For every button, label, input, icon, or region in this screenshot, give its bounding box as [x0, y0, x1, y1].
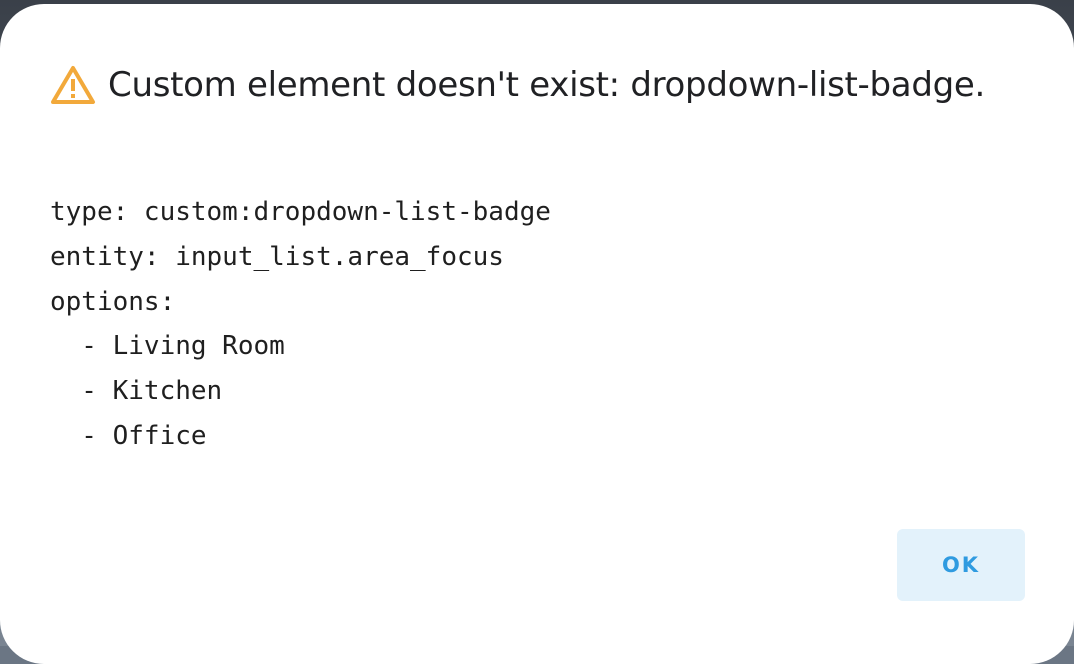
ok-button[interactable]: OK — [897, 529, 1025, 601]
config-code-block: type: custom:dropdown-list-badge entity: … — [50, 190, 551, 459]
config-line: - Living Room — [50, 331, 285, 362]
dialog-header: Custom element doesn't exist: dropdown-l… — [50, 60, 985, 110]
warning-triangle-icon — [50, 64, 96, 106]
config-line: options: — [50, 286, 176, 317]
config-line: - Kitchen — [50, 376, 223, 407]
dialog-title: Custom element doesn't exist: dropdown-l… — [108, 65, 986, 105]
config-line: entity: input_list.area_focus — [50, 241, 504, 272]
error-dialog: Custom element doesn't exist: dropdown-l… — [0, 4, 1074, 664]
config-line: - Office — [50, 420, 207, 451]
config-line: type: custom:dropdown-list-badge — [50, 197, 551, 227]
